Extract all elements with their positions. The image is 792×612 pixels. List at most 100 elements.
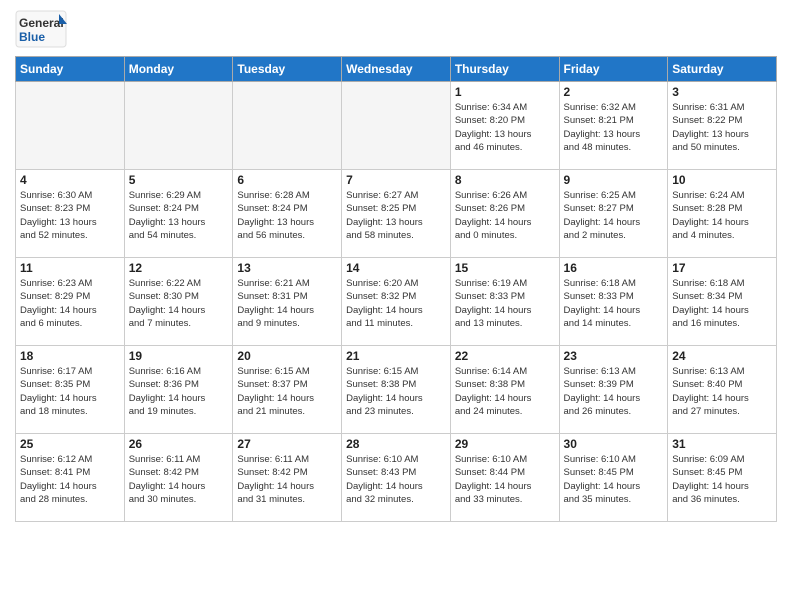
day-info: Sunrise: 6:29 AM Sunset: 8:24 PM Dayligh… [129,189,229,242]
day-number: 26 [129,437,229,451]
day-info: Sunrise: 6:11 AM Sunset: 8:42 PM Dayligh… [237,453,337,506]
calendar-cell: 4 Sunrise: 6:30 AM Sunset: 8:23 PM Daylig… [16,170,125,258]
week-row-4: 18 Sunrise: 6:17 AM Sunset: 8:35 PM Dayli… [16,346,777,434]
page: GeneralBlue SundayMondayTuesdayWednesday… [0,0,792,612]
day-number: 19 [129,349,229,363]
weekday-header-saturday: Saturday [668,57,777,82]
calendar-cell [342,82,451,170]
day-number: 5 [129,173,229,187]
calendar-cell [16,82,125,170]
calendar-cell: 16Sunrise: 6:18 AM Sunset: 8:33 PM Dayli… [559,258,668,346]
logo: GeneralBlue [15,10,67,48]
calendar-cell: 3 Sunrise: 6:31 AM Sunset: 8:22 PM Daylig… [668,82,777,170]
day-info: Sunrise: 6:28 AM Sunset: 8:24 PM Dayligh… [237,189,337,242]
week-row-2: 4 Sunrise: 6:30 AM Sunset: 8:23 PM Daylig… [16,170,777,258]
day-info: Sunrise: 6:23 AM Sunset: 8:29 PM Dayligh… [20,277,120,330]
calendar-cell: 30 Sunrise: 6:10 AM Sunset: 8:45 PM Dayli… [559,434,668,522]
day-number: 11 [20,261,120,275]
day-info: Sunrise: 6:10 AM Sunset: 8:45 PM Dayligh… [564,453,664,506]
day-info: Sunrise: 6:10 AM Sunset: 8:43 PM Dayligh… [346,453,446,506]
day-number: 21 [346,349,446,363]
calendar-cell: 18 Sunrise: 6:17 AM Sunset: 8:35 PM Dayli… [16,346,125,434]
calendar: SundayMondayTuesdayWednesdayThursdayFrid… [15,56,777,522]
header: GeneralBlue [15,10,777,48]
day-info: Sunrise: 6:31 AM Sunset: 8:22 PM Dayligh… [672,101,772,154]
weekday-header-thursday: Thursday [450,57,559,82]
calendar-cell: 7 Sunrise: 6:27 AM Sunset: 8:25 PM Daylig… [342,170,451,258]
day-number: 3 [672,85,772,99]
weekday-header-wednesday: Wednesday [342,57,451,82]
calendar-cell: 23Sunrise: 6:13 AM Sunset: 8:39 PM Dayli… [559,346,668,434]
calendar-cell: 9 Sunrise: 6:25 AM Sunset: 8:27 PM Daylig… [559,170,668,258]
calendar-cell: 2 Sunrise: 6:32 AM Sunset: 8:21 PM Daylig… [559,82,668,170]
day-info: Sunrise: 6:17 AM Sunset: 8:35 PM Dayligh… [20,365,120,418]
calendar-cell: 26 Sunrise: 6:11 AM Sunset: 8:42 PM Dayli… [124,434,233,522]
calendar-cell: 20 Sunrise: 6:15 AM Sunset: 8:37 PM Dayli… [233,346,342,434]
day-number: 9 [564,173,664,187]
day-info: Sunrise: 6:15 AM Sunset: 8:38 PM Dayligh… [346,365,446,418]
calendar-cell: 31 Sunrise: 6:09 AM Sunset: 8:45 PM Dayli… [668,434,777,522]
day-info: Sunrise: 6:18 AM Sunset: 8:33 PM Dayligh… [564,277,664,330]
calendar-cell: 6Sunrise: 6:28 AM Sunset: 8:24 PM Daylig… [233,170,342,258]
day-number: 12 [129,261,229,275]
svg-text:General: General [19,16,64,30]
calendar-cell: 27 Sunrise: 6:11 AM Sunset: 8:42 PM Dayli… [233,434,342,522]
day-info: Sunrise: 6:10 AM Sunset: 8:44 PM Dayligh… [455,453,555,506]
day-number: 8 [455,173,555,187]
day-number: 31 [672,437,772,451]
day-info: Sunrise: 6:11 AM Sunset: 8:42 PM Dayligh… [129,453,229,506]
day-info: Sunrise: 6:25 AM Sunset: 8:27 PM Dayligh… [564,189,664,242]
calendar-cell: 24Sunrise: 6:13 AM Sunset: 8:40 PM Dayli… [668,346,777,434]
day-number: 15 [455,261,555,275]
day-info: Sunrise: 6:14 AM Sunset: 8:38 PM Dayligh… [455,365,555,418]
day-number: 28 [346,437,446,451]
day-number: 4 [20,173,120,187]
day-number: 17 [672,261,772,275]
svg-text:Blue: Blue [19,30,45,44]
day-number: 18 [20,349,120,363]
calendar-cell: 13 Sunrise: 6:21 AM Sunset: 8:31 PM Dayli… [233,258,342,346]
calendar-cell: 28 Sunrise: 6:10 AM Sunset: 8:43 PM Dayli… [342,434,451,522]
day-number: 13 [237,261,337,275]
day-info: Sunrise: 6:27 AM Sunset: 8:25 PM Dayligh… [346,189,446,242]
weekday-header-tuesday: Tuesday [233,57,342,82]
day-info: Sunrise: 6:09 AM Sunset: 8:45 PM Dayligh… [672,453,772,506]
calendar-cell: 29 Sunrise: 6:10 AM Sunset: 8:44 PM Dayli… [450,434,559,522]
day-number: 10 [672,173,772,187]
day-number: 7 [346,173,446,187]
day-info: Sunrise: 6:16 AM Sunset: 8:36 PM Dayligh… [129,365,229,418]
calendar-cell: 8Sunrise: 6:26 AM Sunset: 8:26 PM Daylig… [450,170,559,258]
calendar-cell: 12 Sunrise: 6:22 AM Sunset: 8:30 PM Dayli… [124,258,233,346]
weekday-header-monday: Monday [124,57,233,82]
calendar-cell: 10Sunrise: 6:24 AM Sunset: 8:28 PM Dayli… [668,170,777,258]
day-number: 2 [564,85,664,99]
calendar-cell [124,82,233,170]
day-info: Sunrise: 6:32 AM Sunset: 8:21 PM Dayligh… [564,101,664,154]
day-number: 20 [237,349,337,363]
day-number: 25 [20,437,120,451]
day-number: 23 [564,349,664,363]
day-info: Sunrise: 6:18 AM Sunset: 8:34 PM Dayligh… [672,277,772,330]
day-info: Sunrise: 6:20 AM Sunset: 8:32 PM Dayligh… [346,277,446,330]
weekday-header-sunday: Sunday [16,57,125,82]
week-row-3: 11 Sunrise: 6:23 AM Sunset: 8:29 PM Dayli… [16,258,777,346]
weekday-header-row: SundayMondayTuesdayWednesdayThursdayFrid… [16,57,777,82]
day-number: 29 [455,437,555,451]
day-number: 1 [455,85,555,99]
calendar-cell: 14Sunrise: 6:20 AM Sunset: 8:32 PM Dayli… [342,258,451,346]
week-row-5: 25Sunrise: 6:12 AM Sunset: 8:41 PM Dayli… [16,434,777,522]
day-number: 30 [564,437,664,451]
calendar-cell: 15Sunrise: 6:19 AM Sunset: 8:33 PM Dayli… [450,258,559,346]
day-info: Sunrise: 6:15 AM Sunset: 8:37 PM Dayligh… [237,365,337,418]
calendar-cell [233,82,342,170]
day-number: 27 [237,437,337,451]
day-info: Sunrise: 6:21 AM Sunset: 8:31 PM Dayligh… [237,277,337,330]
day-info: Sunrise: 6:22 AM Sunset: 8:30 PM Dayligh… [129,277,229,330]
day-info: Sunrise: 6:30 AM Sunset: 8:23 PM Dayligh… [20,189,120,242]
calendar-cell: 1 Sunrise: 6:34 AM Sunset: 8:20 PM Daylig… [450,82,559,170]
calendar-cell: 17 Sunrise: 6:18 AM Sunset: 8:34 PM Dayli… [668,258,777,346]
logo-icon: GeneralBlue [15,10,67,48]
day-number: 22 [455,349,555,363]
calendar-cell: 22 Sunrise: 6:14 AM Sunset: 8:38 PM Dayli… [450,346,559,434]
day-info: Sunrise: 6:34 AM Sunset: 8:20 PM Dayligh… [455,101,555,154]
